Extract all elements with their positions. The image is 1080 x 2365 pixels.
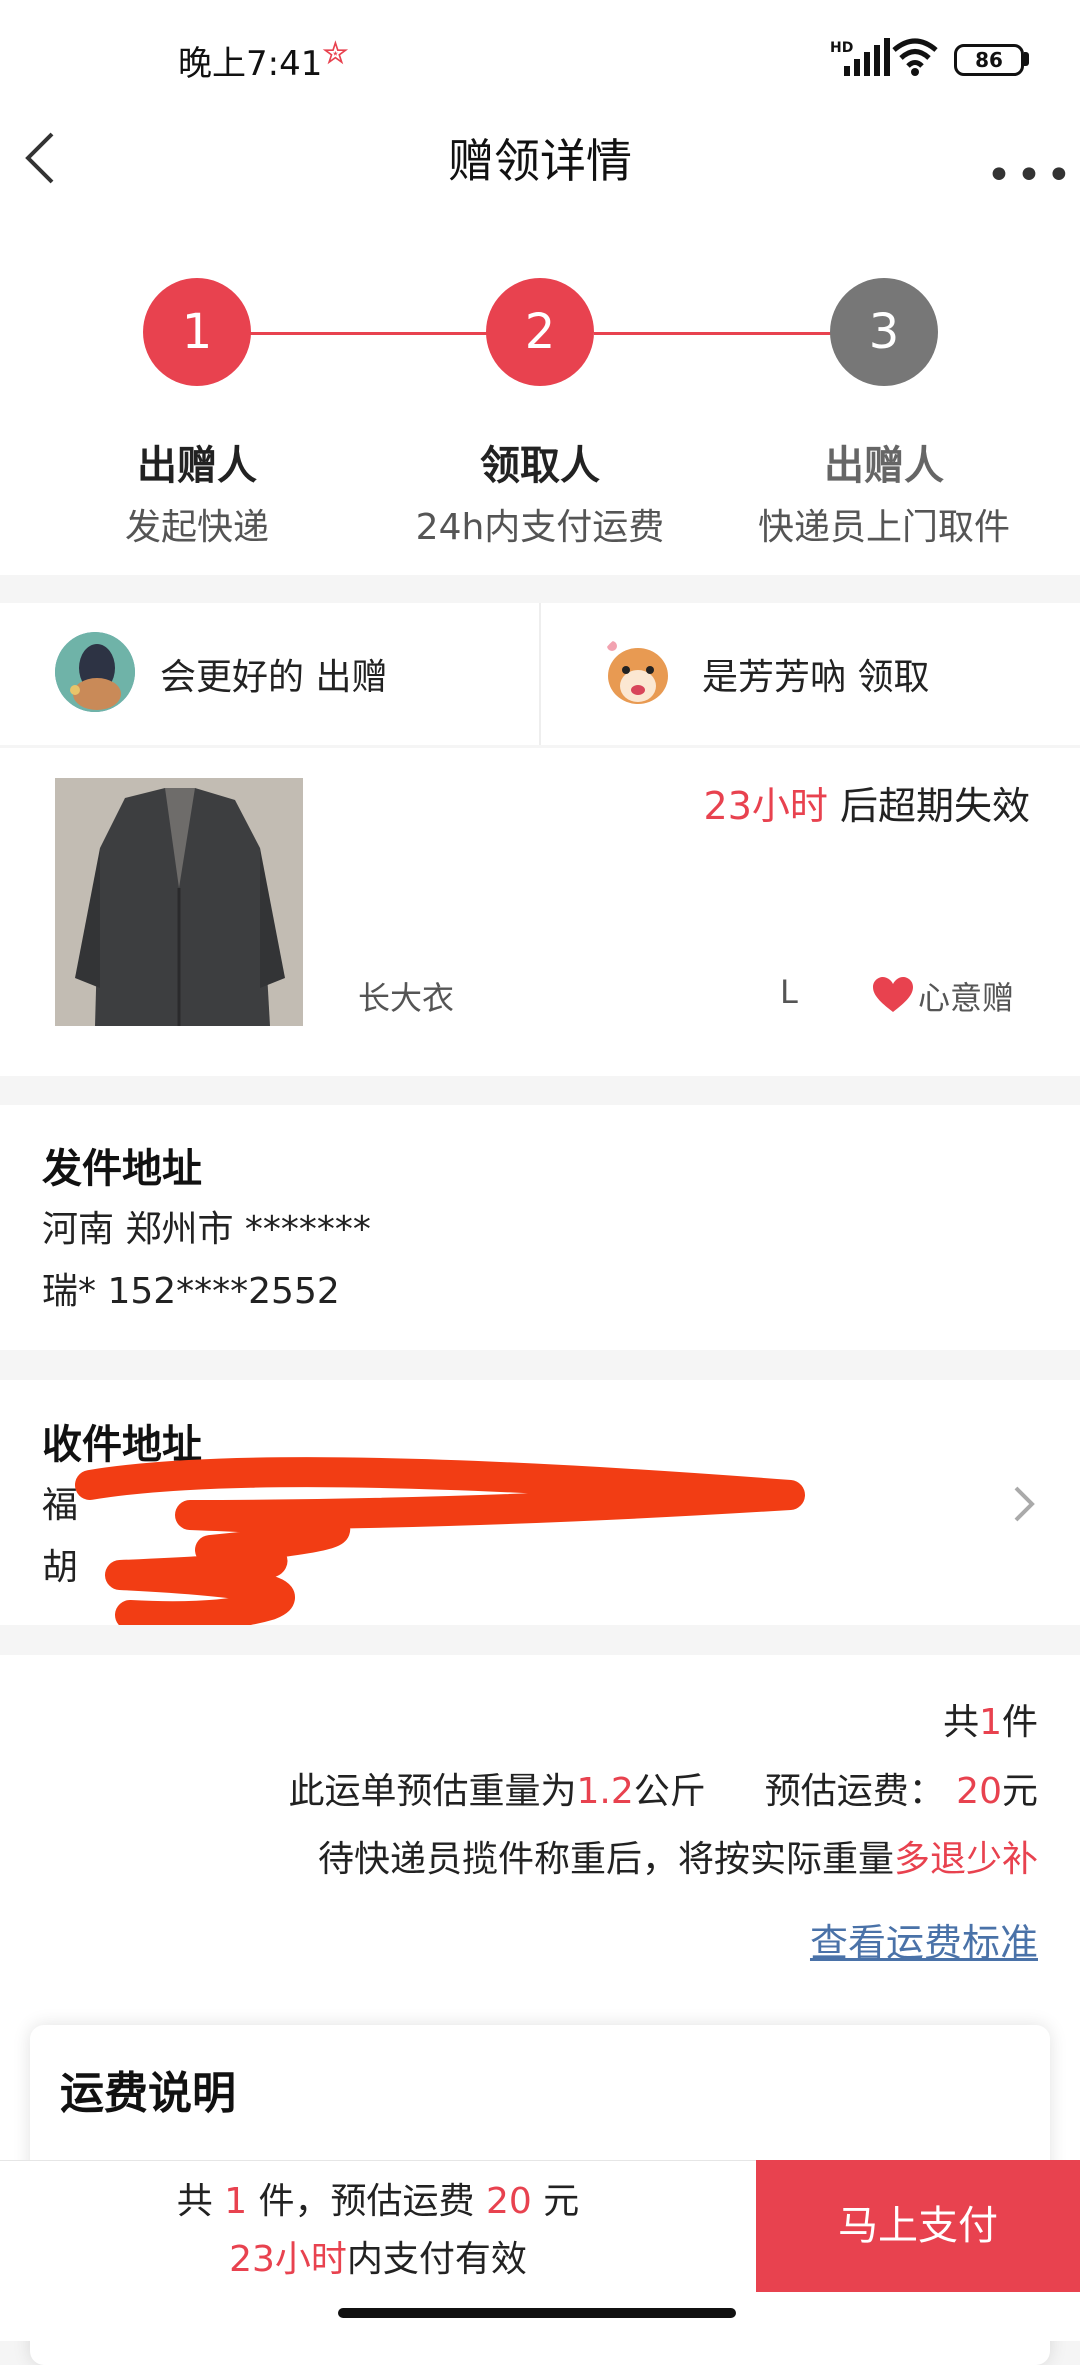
sender-contact: 瑞* 152****2552 <box>42 1271 340 1312</box>
step-2-circle: 2 <box>486 278 594 386</box>
step-3-title: 出赠人 <box>824 443 944 489</box>
item-size: L <box>780 973 798 1011</box>
notification-star-icon: ✮ <box>322 34 349 72</box>
receiver-avatar[interactable] <box>598 632 678 712</box>
item-count: 共1件 <box>943 1702 1038 1743</box>
sender-address-line1: 河南 郑州市 ******* <box>42 1209 371 1250</box>
bottom-summary: 共 1 件，预估运费 20 元 <box>176 2181 580 2222</box>
redaction-scribble <box>75 1457 805 1625</box>
fee-standard-link[interactable]: 查看运费标准 <box>810 1912 1038 1967</box>
fee-explanation-title: 运费说明 <box>60 2068 236 2119</box>
chevron-right-icon[interactable] <box>1010 1484 1038 1524</box>
step-1-circle: 1 <box>143 278 251 386</box>
status-time: 晚上7:41 <box>178 44 323 84</box>
item-photo[interactable] <box>55 778 303 1026</box>
step-3-subtitle: 快递员上门取件 <box>757 507 1010 548</box>
step-connector-2 <box>594 332 834 335</box>
heart-icon <box>873 977 913 1012</box>
expire-notice: 23小时 后超期失效 <box>703 784 1030 828</box>
sender-address-title: 发件地址 <box>42 1146 202 1192</box>
pay-now-button[interactable]: 马上支付 <box>756 2160 1080 2292</box>
gift-type-label: 心意赠 <box>918 979 1015 1017</box>
giver-label: 会更好的 出赠 <box>160 657 388 698</box>
weight-fee-line: 此运单预估重量为1.2公斤 预估运费： 20元 <box>288 1771 1039 1812</box>
giver-avatar[interactable] <box>55 632 135 712</box>
step-3-circle: 3 <box>830 278 938 386</box>
item-name: 长大衣 <box>358 979 455 1017</box>
battery-icon: 86 <box>954 44 1024 76</box>
bottom-deadline: 23小时内支付有效 <box>229 2239 527 2280</box>
step-connector-1 <box>250 332 490 335</box>
step-2-title: 领取人 <box>480 443 600 489</box>
step-1-title: 出赠人 <box>137 443 257 489</box>
home-indicator[interactable] <box>338 2308 736 2318</box>
signal-icon <box>844 38 890 76</box>
page-title: 赠领详情 <box>448 134 632 188</box>
participants-divider <box>539 603 541 745</box>
wifi-icon <box>892 38 938 76</box>
receiver-label: 是芳芳吶 领取 <box>702 657 930 698</box>
step-1-subtitle: 发起快递 <box>124 507 269 548</box>
battery-tip <box>1024 52 1029 66</box>
more-options-icon[interactable]: ••• <box>986 150 1076 201</box>
reweigh-note: 待快递员揽件称重后，将按实际重量多退少补 <box>317 1839 1038 1880</box>
step-2-subtitle: 24h内支付运费 <box>415 507 665 548</box>
